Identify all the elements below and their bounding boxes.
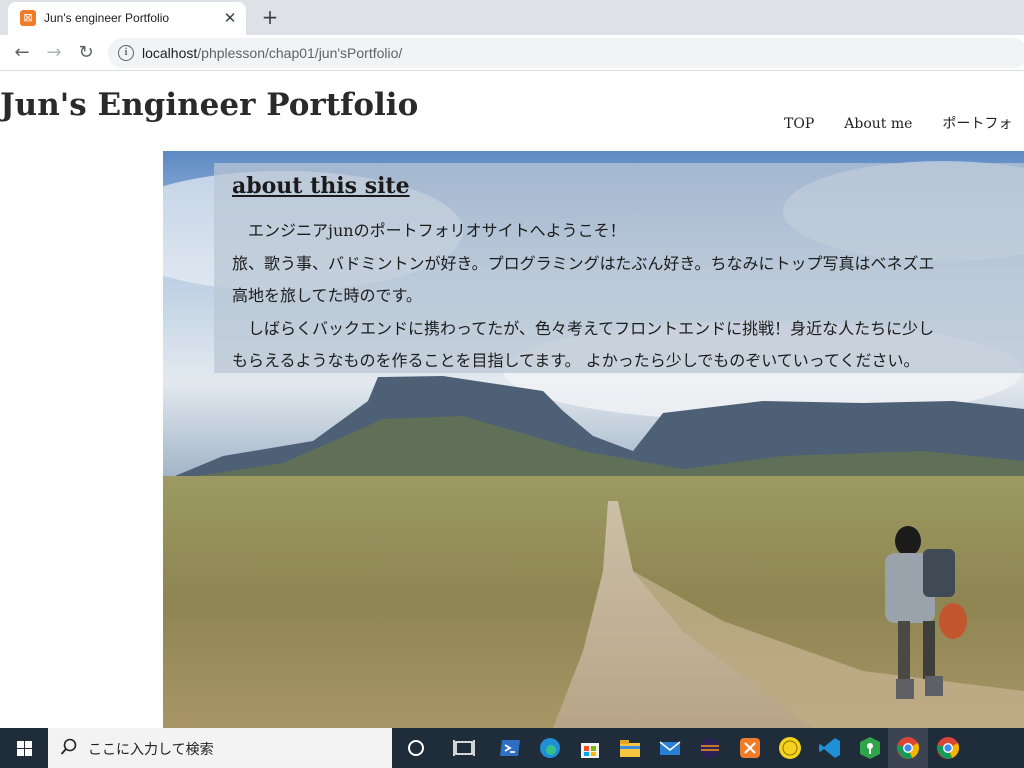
nav-link-about-me[interactable]: About me — [844, 116, 912, 132]
ok-app-icon[interactable] — [776, 734, 804, 762]
chrome-icon[interactable] — [894, 734, 922, 762]
address-bar[interactable]: i localhost/phplesson/chap01/jun'sPortfo… — [108, 38, 1024, 68]
keepass-icon[interactable] — [856, 734, 884, 762]
back-button[interactable]: ← — [8, 39, 36, 67]
nav-link-top[interactable]: TOP — [784, 116, 814, 132]
about-line: 旅、歌う事、バドミントンが好き。プログラミングはたぶん好き。ちなみにトップ写真は… — [232, 253, 935, 273]
eclipse-icon[interactable] — [696, 734, 724, 762]
nav-link-portfolio[interactable]: ポートフォ — [942, 113, 1012, 133]
file-explorer-icon[interactable] — [616, 734, 644, 762]
new-tab-button[interactable]: + — [258, 5, 282, 29]
browser-toolbar: ← → ↻ i localhost/phplesson/chap01/jun's… — [0, 35, 1024, 71]
windows-icon — [17, 741, 32, 756]
close-tab-icon[interactable]: ✕ — [220, 8, 240, 28]
about-line: もらえるようなものを作ることを目指してます。 よかったら少しでものぞいていってく… — [232, 351, 920, 370]
site-title: Jun's Engineer Portfolio — [0, 87, 419, 123]
powershell-icon[interactable] — [496, 734, 524, 762]
xampp-icon[interactable] — [736, 734, 764, 762]
about-text: エンジニアjunのポートフォリオサイトへようこそ！ 旅、歌う事、バドミントンが好… — [232, 215, 1024, 378]
mail-icon[interactable] — [656, 734, 684, 762]
about-line: 高地を旅してた時のです。 — [232, 286, 422, 305]
xampp-favicon-icon: ⊠ — [20, 10, 36, 26]
about-line: しばらくバックエンドに携わってたが、色々考えてフロントエンドに挑戦！身近な人たち… — [232, 318, 935, 338]
vscode-icon[interactable] — [816, 734, 844, 762]
forward-button[interactable]: → — [40, 39, 68, 67]
cortana-icon[interactable] — [402, 734, 430, 762]
start-button[interactable] — [0, 728, 48, 768]
web-page: Jun's Engineer Portfolio TOP About me ポートフ… — [0, 71, 1024, 728]
edge-icon[interactable] — [536, 734, 564, 762]
taskbar: ここに入力して検索 — [0, 728, 1024, 768]
tab-strip: ⊠ Jun's engineer Portfolio ✕ + — [0, 0, 1024, 35]
browser-tab[interactable]: ⊠ Jun's engineer Portfolio ✕ — [8, 2, 246, 35]
reload-button[interactable]: ↻ — [72, 39, 100, 67]
taskbar-search[interactable]: ここに入力して検索 — [48, 728, 392, 768]
store-icon[interactable] — [576, 734, 604, 762]
chrome-icon[interactable] — [934, 734, 962, 762]
about-line: エンジニアjunのポートフォリオサイトへようこそ！ — [232, 221, 626, 240]
task-view-icon[interactable] — [450, 734, 478, 762]
search-icon — [60, 738, 77, 755]
site-info-icon[interactable]: i — [118, 45, 134, 61]
url-path: /phplesson/chap01/jun'sPortfolio/ — [197, 45, 403, 61]
hero-image: about this site エンジニアjunのポートフォリオサイトへようこそ… — [163, 151, 1024, 728]
tab-title: Jun's engineer Portfolio — [44, 11, 170, 25]
site-nav: TOP About me ポートフォ — [784, 113, 1024, 133]
url-host: localhost — [142, 45, 198, 61]
about-section: about this site エンジニアjunのポートフォリオサイトへようこそ… — [214, 163, 1024, 373]
search-placeholder: ここに入力して検索 — [88, 742, 214, 758]
url-text[interactable]: localhost/phplesson/chap01/jun'sPortfoli… — [142, 45, 402, 61]
about-heading: about this site — [232, 173, 410, 199]
